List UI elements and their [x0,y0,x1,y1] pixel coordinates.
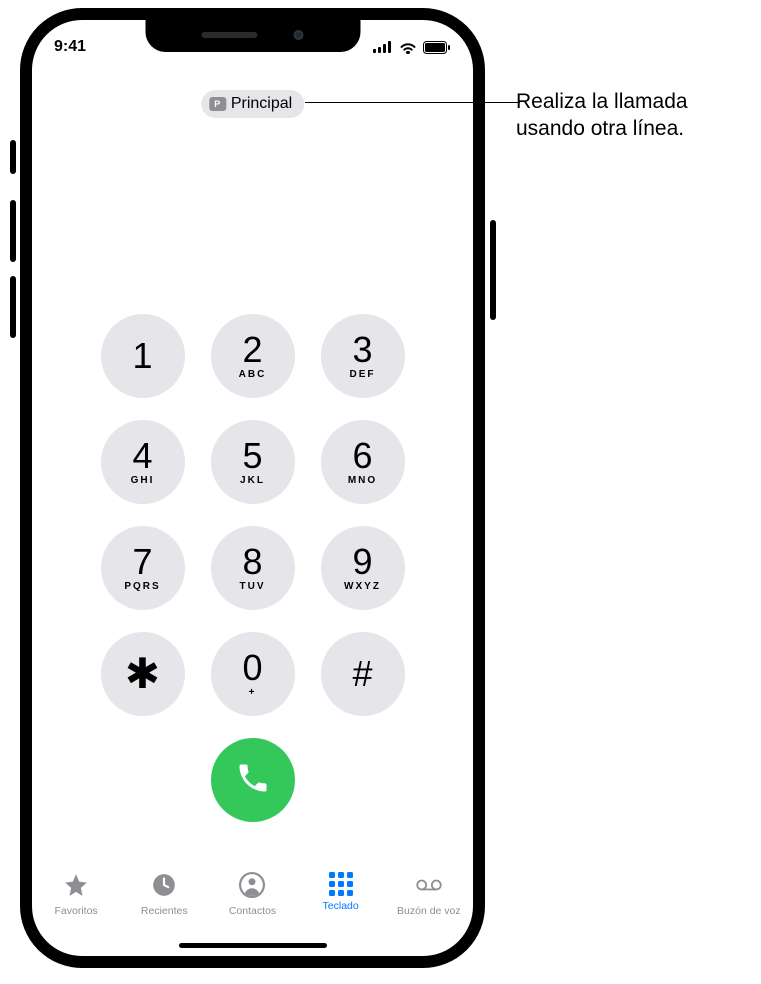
phone-icon [235,760,271,801]
volume-down-button [10,276,16,338]
tab-contacts[interactable]: Contactos [208,872,296,917]
line-label: Principal [231,95,292,113]
key-star[interactable]: ✱ [101,632,185,716]
key-2[interactable]: 2ABC [211,314,295,398]
callout-line [305,102,520,103]
home-indicator[interactable] [179,943,327,948]
tab-label: Recientes [141,905,188,917]
key-1[interactable]: 1 [101,314,185,398]
tab-label: Favoritos [55,905,98,917]
notch [145,18,360,52]
key-8[interactable]: 8TUV [211,526,295,610]
key-4[interactable]: 4GHI [101,420,185,504]
key-9[interactable]: 9WXYZ [321,526,405,610]
key-6[interactable]: 6MNO [321,420,405,504]
line-badge: P [209,97,226,111]
callout-text: Realiza la llamada usando otra línea. [516,88,746,143]
wifi-icon [399,41,417,54]
voicemail-icon [416,872,442,901]
tab-label: Buzón de voz [397,905,461,917]
contacts-icon [239,872,265,901]
star-icon [63,872,89,901]
key-5[interactable]: 5JKL [211,420,295,504]
tab-favorites[interactable]: Favoritos [32,872,120,917]
call-button[interactable] [211,738,295,822]
mute-switch [10,140,16,174]
tab-keypad[interactable]: Teclado [297,872,385,912]
keypad: 1 2ABC 3DEF 4GHI 5JKL 6MNO 7PQRS 8TUV 9W… [32,314,473,822]
signal-icon [373,41,393,53]
keypad-icon [329,872,353,896]
tab-voicemail[interactable]: Buzón de voz [385,872,473,917]
iphone-frame: 9:41 P Principal 1 2ABC 3DEF 4GHI 5JKL 6… [20,8,485,968]
line-selector[interactable]: P Principal [201,90,304,118]
side-button [490,220,496,320]
clock-icon [151,872,177,901]
status-time: 9:41 [54,38,86,56]
key-3[interactable]: 3DEF [321,314,405,398]
key-hash[interactable]: # [321,632,405,716]
tab-label: Teclado [323,900,359,912]
volume-up-button [10,200,16,262]
key-7[interactable]: 7PQRS [101,526,185,610]
battery-icon [423,41,451,54]
tab-label: Contactos [229,905,276,917]
key-0[interactable]: 0+ [211,632,295,716]
tab-recents[interactable]: Recientes [120,872,208,917]
